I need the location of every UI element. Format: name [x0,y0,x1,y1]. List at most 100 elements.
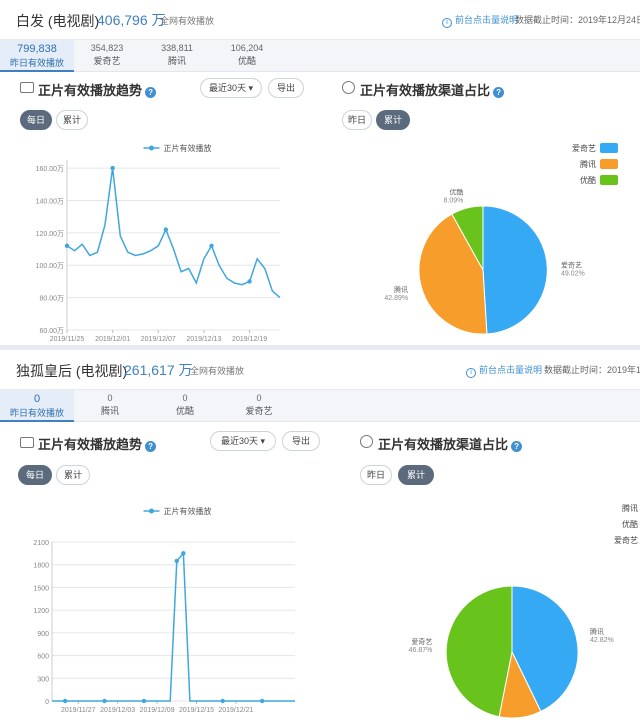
x-tick-label: 2019/12/09 [140,707,175,714]
data-point [181,551,186,556]
y-tick-label: 100.00万 [36,262,64,270]
slice-label: 爱奇艺 [411,637,432,646]
caret-down-icon: ▾ [260,436,266,446]
tab-label: 优酷 [175,406,194,416]
x-tick-label: 2019/11/27 [61,707,96,714]
channel-tabs: 0 昨日有效播放 0 腾讯 0 优酷 0 爱奇艺 [0,390,640,422]
range-select[interactable]: 最近30天 ▾ [200,78,262,98]
tab-label: 优酷 [237,56,256,66]
tab-tencent[interactable]: 338,811 腾讯 [140,43,214,67]
range-select[interactable]: 最近30天 ▾ [210,431,276,451]
x-tick-label: 2019/11/25 [50,336,85,342]
x-tick-label: 2019/12/03 [100,707,135,714]
data-cutoff-date: 数据截止时间：2019年12月24日 [515,15,640,25]
trend-title-text: 正片有效播放趋势 [38,83,143,98]
total-plays: 261,617 万 [124,362,193,378]
data-point [110,165,115,171]
tab-label: 昨日有效播放 [9,58,64,68]
data-cutoff-date: 数据截止时间：2019年12月 [544,365,640,375]
tab-yesterday[interactable]: 799,838 昨日有效播放 [0,40,74,72]
y-tick-label: 1800 [33,563,49,570]
cumulative-share-toggle[interactable]: 累计 [376,110,410,130]
data-point [220,698,225,704]
x-tick-label: 2019/12/13 [186,336,221,342]
click-note-link[interactable]: i 前台点击量说明 [442,13,518,28]
legend-marker [149,145,154,151]
legend-label: 正片有效播放 [164,143,212,153]
trend-title: 正片有效播放趋势? [38,434,157,453]
trend-title: 正片有效播放趋势? [38,80,157,99]
monitor-icon [20,437,34,448]
range-select-label: 最近30天 [208,83,246,93]
y-tick-label: 900 [37,631,49,638]
tab-label: 腾讯 [100,406,119,416]
tab-iqiyi[interactable]: 354,823 爱奇艺 [70,43,144,67]
tab-value: 338,811 [161,43,193,53]
help-icon[interactable]: ? [493,87,505,98]
help-icon[interactable]: ? [511,441,523,452]
slice-label: 优酷 [449,188,463,197]
tab-value: 0 [33,393,41,405]
yesterday-toggle[interactable]: 昨日 [360,465,392,485]
y-tick-label: 600 [37,654,49,661]
slice-percent: 8.09% [444,198,464,205]
help-icon[interactable]: ? [145,87,157,98]
pie-chart-icon [360,435,373,448]
y-tick-label: 140.00万 [36,197,64,205]
slice-label: 腾讯 [394,285,408,294]
drama-panel-baifa: 白发 (电视剧) 406,796 万 全网有效播放 i 前台点击量说明 数据截止时… [0,0,640,345]
slice-percent: 49.02% [561,271,585,278]
click-note-link[interactable]: i 前台点击量说明 [466,363,542,378]
legend-label: 优酷 [580,175,596,185]
x-tick-label: 2019/12/21 [218,707,253,714]
trend-line-chart: 60.00万 80.00万 100.00万 120.00万 140.00万 160.00万… [36,143,281,342]
y-tick-label: 160.00万 [36,165,64,173]
tab-youku[interactable]: 106,204 优酷 [210,43,284,67]
y-tick-label: 300 [37,676,49,683]
help-icon[interactable]: ? [145,441,157,452]
data-point [141,698,147,704]
y-tick-label: 1200 [33,608,49,615]
yesterday-toggle[interactable]: 昨日 [342,110,372,130]
tab-value: 0 [256,393,262,403]
tab-yesterday[interactable]: 0 昨日有效播放 [0,390,74,422]
click-note-text: 前台点击量说明 [479,365,543,375]
monitor-icon [20,82,34,93]
legend-marker [149,508,154,514]
tab-youku[interactable]: 0 优酷 [148,393,222,417]
x-tick-label: 2019/12/01 [95,336,130,342]
export-button[interactable]: 导出 [268,78,304,98]
y-tick-label: 1500 [33,585,49,592]
drama-title: 白发 (电视剧) [16,13,100,29]
x-tick-label: 2019/12/19 [232,336,267,342]
legend-swatch [600,143,618,153]
cumulative-toggle[interactable]: 累计 [56,110,88,130]
channel-tabs: 799,838 昨日有效播放 354,823 爱奇艺 338,811 腾讯 106,2… [0,40,640,72]
share-pie-chart: 爱奇艺49.02%爱奇艺腾讯42.89%腾讯优酷8.09%优酷 [384,143,618,335]
tab-value: 354,823 [90,43,124,53]
tab-value: 0 [182,393,188,403]
data-point [64,243,70,249]
daily-toggle[interactable]: 每日 [20,110,52,130]
cumulative-share-toggle[interactable]: 累计 [398,465,434,485]
series-line [52,551,295,702]
cumulative-toggle[interactable]: 累计 [56,465,90,485]
trend-title-text: 正片有效播放趋势 [38,437,143,452]
share-pie-chart: 腾讯42.82%腾讯优酷10.31%优酷爱奇艺46.87%爱奇艺 [409,503,638,719]
total-plays-label: 全网有效播放 [190,366,245,376]
share-title: 正片有效播放渠道占比? [360,80,505,99]
click-note-text: 前台点击量说明 [455,15,519,25]
tab-tencent[interactable]: 0 腾讯 [73,393,147,417]
tab-label: 昨日有效播放 [9,408,64,418]
caret-down-icon: ▾ [248,83,254,93]
export-button[interactable]: 导出 [282,431,320,451]
y-tick-label: 120.00万 [36,230,64,238]
data-point [163,227,169,232]
data-point [62,698,68,704]
legend-label: 爱奇艺 [572,143,596,153]
x-tick-label: 2019/12/07 [141,336,176,342]
tab-value: 106,204 [230,43,264,53]
tab-iqiyi[interactable]: 0 爱奇艺 [222,393,296,417]
daily-toggle[interactable]: 每日 [18,465,52,485]
tab-label: 腾讯 [167,56,186,66]
